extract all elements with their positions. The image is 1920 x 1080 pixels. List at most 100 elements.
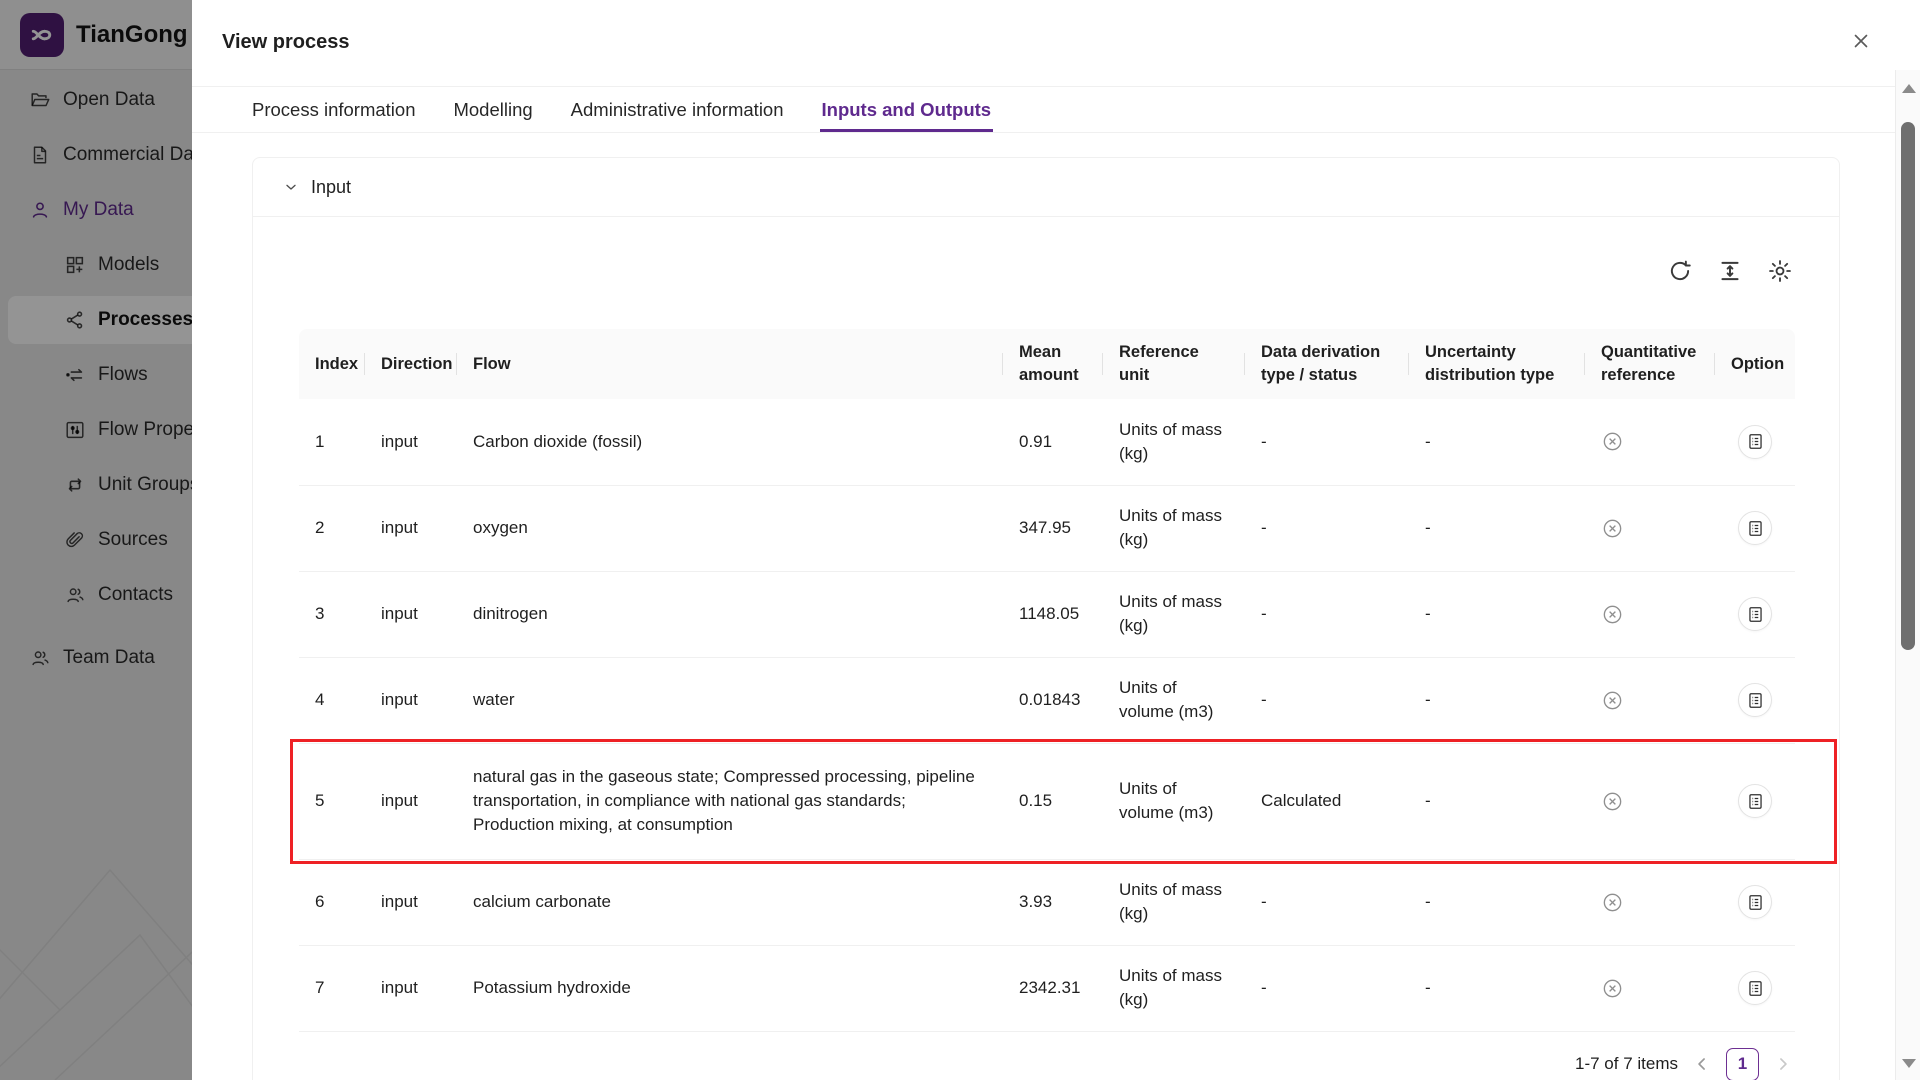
refresh-icon[interactable]: [1667, 258, 1693, 284]
profile-option-button[interactable]: [1738, 511, 1772, 545]
table-row: 7 input Potassium hydroxide 2342.31 Unit…: [299, 945, 1795, 1031]
profile-option-button[interactable]: [1738, 683, 1772, 717]
screen: TianGong LCA Open Data Commercial Data M…: [0, 0, 1920, 1080]
cell-flow: dinitrogen: [457, 571, 1003, 657]
gear-icon[interactable]: [1767, 258, 1793, 284]
cell-mean-amount: 0.01843: [1003, 657, 1103, 743]
col-header-uncertainty: Uncertainty distribution type: [1409, 329, 1585, 399]
cell-uncertainty: -: [1409, 859, 1585, 945]
cell-data-derivation: -: [1245, 657, 1409, 743]
cell-direction: input: [365, 571, 457, 657]
cell-flow: calcium carbonate: [457, 859, 1003, 945]
cell-index: 1: [299, 399, 365, 485]
cell-quantitative-reference: [1585, 657, 1715, 743]
cell-uncertainty: -: [1409, 945, 1585, 1031]
close-circle-icon: [1601, 891, 1699, 914]
close-circle-icon: [1601, 790, 1699, 813]
cell-index: 4: [299, 657, 365, 743]
scroll-up-arrow-icon[interactable]: [1902, 84, 1916, 93]
scroll-down-arrow-icon[interactable]: [1902, 1059, 1916, 1068]
cell-direction: input: [365, 743, 457, 859]
close-circle-icon: [1601, 977, 1699, 1000]
cell-option: [1715, 657, 1795, 743]
input-collapse-body: Index Direction Flow Mean amount Referen…: [253, 257, 1839, 1080]
cell-direction: input: [365, 485, 457, 571]
cell-option: [1715, 571, 1795, 657]
cell-uncertainty: -: [1409, 743, 1585, 859]
cell-index: 7: [299, 945, 365, 1031]
col-header-option: Option: [1715, 329, 1795, 399]
input-section-label: Input: [311, 177, 351, 198]
cell-flow: natural gas in the gaseous state; Compre…: [457, 743, 1003, 859]
cell-quantitative-reference: [1585, 859, 1715, 945]
tab-administrative-information[interactable]: Administrative information: [571, 87, 784, 132]
cell-quantitative-reference: [1585, 485, 1715, 571]
cell-mean-amount: 2342.31: [1003, 945, 1103, 1031]
cell-reference-unit: Units of mass (kg): [1103, 859, 1245, 945]
cell-option: [1715, 743, 1795, 859]
table-row-highlighted: 5 input natural gas in the gaseous state…: [299, 743, 1795, 859]
table-header-row: Index Direction Flow Mean amount Referen…: [299, 329, 1795, 399]
cell-reference-unit: Units of volume (m3): [1103, 743, 1245, 859]
cell-uncertainty: -: [1409, 657, 1585, 743]
table-row: 4 input water 0.01843 Units of volume (m…: [299, 657, 1795, 743]
cell-quantitative-reference: [1585, 945, 1715, 1031]
close-circle-icon: [1601, 430, 1699, 453]
table-toolbar: [299, 257, 1793, 285]
page-number-button[interactable]: 1: [1726, 1048, 1759, 1080]
cell-quantitative-reference: [1585, 743, 1715, 859]
cell-mean-amount: 347.95: [1003, 485, 1103, 571]
cell-flow: Potassium hydroxide: [457, 945, 1003, 1031]
table-row: 6 input calcium carbonate 3.93 Units of …: [299, 859, 1795, 945]
cell-quantitative-reference: [1585, 571, 1715, 657]
cell-option: [1715, 945, 1795, 1031]
input-collapse-header[interactable]: Input: [253, 158, 1839, 217]
cell-option: [1715, 485, 1795, 571]
col-header-data-derivation: Data derivation type / status: [1245, 329, 1409, 399]
cell-mean-amount: 3.93: [1003, 859, 1103, 945]
profile-option-button[interactable]: [1738, 425, 1772, 459]
col-header-direction: Direction: [365, 329, 457, 399]
pagination-summary: 1-7 of 7 items: [1575, 1054, 1678, 1074]
cell-reference-unit: Units of mass (kg): [1103, 399, 1245, 485]
chevron-left-icon[interactable]: [1692, 1054, 1712, 1074]
cell-reference-unit: Units of mass (kg): [1103, 571, 1245, 657]
cell-flow: Carbon dioxide (fossil): [457, 399, 1003, 485]
cell-direction: input: [365, 859, 457, 945]
inputs-table: Index Direction Flow Mean amount Referen…: [299, 329, 1795, 1032]
cell-option: [1715, 859, 1795, 945]
tab-process-information[interactable]: Process information: [252, 87, 415, 132]
cell-index: 5: [299, 743, 365, 859]
cell-quantitative-reference: [1585, 399, 1715, 485]
cell-direction: input: [365, 657, 457, 743]
scrollbar-thumb[interactable]: [1901, 122, 1915, 650]
cell-reference-unit: Units of volume (m3): [1103, 657, 1245, 743]
cell-flow: oxygen: [457, 485, 1003, 571]
tab-modelling[interactable]: Modelling: [453, 87, 532, 132]
profile-option-button[interactable]: [1738, 784, 1772, 818]
profile-option-button[interactable]: [1738, 597, 1772, 631]
tab-inputs-and-outputs[interactable]: Inputs and Outputs: [822, 87, 992, 132]
modal-title: View process: [222, 31, 349, 54]
profile-option-button[interactable]: [1738, 885, 1772, 919]
modal-body: Input Index: [192, 134, 1895, 1080]
view-process-modal: View process Process information Modelli…: [192, 0, 1920, 1080]
profile-option-button[interactable]: [1738, 971, 1772, 1005]
col-header-reference-unit: Reference unit: [1103, 329, 1245, 399]
table-row: 1 input Carbon dioxide (fossil) 0.91 Uni…: [299, 399, 1795, 485]
cell-reference-unit: Units of mass (kg): [1103, 485, 1245, 571]
cell-mean-amount: 0.15: [1003, 743, 1103, 859]
cell-flow: water: [457, 657, 1003, 743]
row-height-icon[interactable]: [1717, 258, 1743, 284]
close-icon[interactable]: [1850, 30, 1876, 56]
vertical-scrollbar: [1895, 70, 1920, 1080]
close-circle-icon: [1601, 517, 1699, 540]
chevron-down-icon: [283, 179, 299, 195]
cell-direction: input: [365, 945, 457, 1031]
cell-mean-amount: 1148.05: [1003, 571, 1103, 657]
input-collapse-panel: Input Index: [252, 157, 1840, 1080]
cell-data-derivation: -: [1245, 485, 1409, 571]
cell-data-derivation: -: [1245, 945, 1409, 1031]
chevron-right-icon[interactable]: [1773, 1054, 1793, 1074]
table-row: 2 input oxygen 347.95 Units of mass (kg)…: [299, 485, 1795, 571]
